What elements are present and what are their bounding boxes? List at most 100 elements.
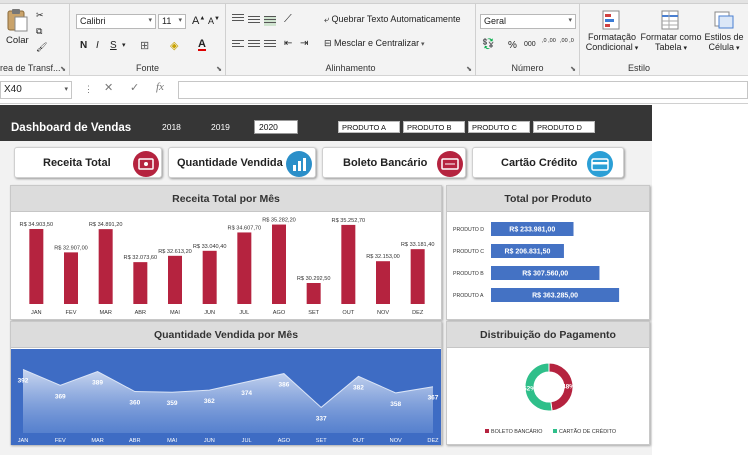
product-tick-label: PRODUTO A bbox=[453, 293, 484, 299]
font-size-value: 11 bbox=[162, 16, 172, 26]
pagamento-panel: Distribuição do Pagamento 48% 52% BOLETO B… bbox=[446, 321, 650, 445]
revenue-bar bbox=[306, 283, 321, 304]
product-filter-c[interactable]: PRODUTO C bbox=[468, 121, 530, 133]
product-filter-d[interactable]: PRODUTO D bbox=[533, 121, 595, 133]
cancel-icon[interactable]: ✕ bbox=[104, 81, 113, 99]
product-filter-a[interactable]: PRODUTO A bbox=[338, 121, 400, 133]
receita-panel: Receita Total por Mês R$ 34.903,50 JAN R$ … bbox=[10, 185, 442, 320]
number-group-label: Número bbox=[511, 63, 544, 73]
format-table-icon bbox=[661, 10, 679, 30]
fill-color-icon[interactable]: ◈ bbox=[170, 39, 178, 52]
alignment-launcher-icon[interactable]: ⬊ bbox=[466, 65, 472, 73]
align-left-icon[interactable] bbox=[232, 40, 244, 50]
styles-group-label: Estilo bbox=[627, 63, 650, 73]
conditional-format-label-2: Condicional bbox=[585, 42, 633, 52]
chevron-down-icon: ▾ bbox=[632, 45, 639, 52]
format-table-label-2: Tabela bbox=[655, 42, 682, 52]
shrink-font-button[interactable]: A▼ bbox=[208, 16, 220, 26]
chevron-down-icon: ▾ bbox=[148, 17, 152, 24]
wrap-text-label: Quebrar Texto Automaticamente bbox=[331, 14, 461, 24]
cell-styles-button[interactable]: Estilos de Célula ▾ bbox=[702, 10, 746, 54]
orientation-icon[interactable]: ⟋ bbox=[284, 13, 292, 26]
decrease-decimal-button[interactable]: ,00 ,0 bbox=[560, 38, 574, 44]
pagamento-panel-title: Distribuição do Pagamento bbox=[447, 322, 649, 348]
insert-function-button[interactable]: fx bbox=[156, 81, 164, 99]
enter-icon[interactable]: ✓ bbox=[130, 81, 139, 99]
month-tick-label: JAN bbox=[31, 310, 42, 316]
year-filter-2018[interactable]: 2018 bbox=[162, 122, 181, 132]
number-format-value: Geral bbox=[484, 16, 507, 26]
merge-center-button[interactable]: ⊟ Mesclar e Centralizar ▾ bbox=[324, 38, 425, 49]
font-size-combo[interactable]: 11 ▾ bbox=[158, 14, 186, 29]
month-tick-label: AGO bbox=[278, 438, 291, 444]
align-center-icon[interactable] bbox=[248, 40, 260, 50]
kpi-label: Boleto Bancário bbox=[343, 157, 428, 169]
format-painter-icon[interactable]: 🖌 bbox=[36, 42, 47, 53]
product-filter-b[interactable]: PRODUTO B bbox=[403, 121, 465, 133]
font-name-combo[interactable]: Calibri ▾ bbox=[76, 14, 156, 29]
receita-panel-title: Receita Total por Mês bbox=[11, 186, 441, 212]
revenue-bar bbox=[341, 224, 356, 304]
format-as-table-button[interactable]: Formatar como Tabela ▾ bbox=[640, 10, 702, 54]
align-middle-icon[interactable] bbox=[248, 16, 260, 26]
cut-icon[interactable]: ✂ bbox=[36, 10, 44, 21]
dashboard-header: Dashboard de Vendas 2018 2019 2020 PRODU… bbox=[0, 105, 652, 141]
month-tick-label: AGO bbox=[273, 310, 286, 316]
clipboard-launcher-icon[interactable]: ⬊ bbox=[60, 65, 66, 73]
font-group-label: Fonte bbox=[135, 63, 159, 73]
copy-icon[interactable]: ⧉ bbox=[36, 26, 42, 37]
increase-decimal-button[interactable]: ,0 ,00 bbox=[542, 38, 556, 44]
align-bottom-icon[interactable] bbox=[264, 16, 276, 26]
legend-swatch bbox=[485, 429, 489, 433]
month-tick-label: ABR bbox=[129, 438, 141, 444]
ribbon: Colar ✂ ⧉ 🖌 Área de Transf... ⬊ Calibri ▾… bbox=[0, 0, 748, 76]
formula-input[interactable] bbox=[178, 81, 748, 99]
month-tick-label: JUN bbox=[204, 310, 215, 316]
wrap-text-button[interactable]: ⤶ Quebrar Texto Automaticamente bbox=[324, 14, 460, 25]
thousands-button[interactable]: 000 bbox=[524, 41, 536, 48]
conditional-format-button[interactable]: Formatação Condicional ▾ bbox=[584, 10, 640, 54]
quantity-data-label: 362 bbox=[204, 398, 215, 405]
chevron-down-icon: ▾ bbox=[681, 45, 687, 52]
currency-icon[interactable]: 💱 bbox=[482, 39, 494, 50]
quantidade-panel-title: Quantidade Vendida por Mês bbox=[11, 322, 441, 348]
align-right-icon[interactable] bbox=[264, 40, 276, 50]
bold-button[interactable]: N bbox=[80, 40, 87, 51]
italic-button[interactable]: I bbox=[96, 40, 99, 51]
grow-font-button[interactable]: A▲ bbox=[192, 15, 205, 27]
paste-button[interactable]: Colar bbox=[6, 8, 32, 48]
underline-button[interactable]: S bbox=[110, 40, 117, 51]
font-launcher-icon[interactable]: ⬊ bbox=[216, 65, 222, 73]
kpi-label: Cartão Crédito bbox=[501, 157, 578, 169]
borders-icon[interactable]: ⊞ bbox=[140, 39, 149, 52]
decrease-indent-icon[interactable]: ⇤ bbox=[284, 38, 292, 49]
payment-data-label: 48% bbox=[562, 383, 575, 390]
month-tick-label: MAI bbox=[167, 438, 177, 444]
quantity-data-label: 389 bbox=[92, 380, 103, 387]
paste-icon bbox=[7, 9, 28, 32]
product-data-label: R$ 233.981,00 bbox=[509, 227, 555, 234]
month-tick-label: DEZ bbox=[427, 438, 439, 444]
year-filter-2020[interactable]: 2020 bbox=[254, 120, 298, 134]
percent-button[interactable]: % bbox=[508, 40, 517, 51]
month-tick-label: NOV bbox=[390, 438, 402, 444]
number-launcher-icon[interactable]: ⬊ bbox=[570, 65, 576, 73]
formula-bar: X40 ▾ ⋮ ✕ ✓ fx bbox=[0, 77, 748, 104]
increase-indent-icon[interactable]: ⇥ bbox=[300, 38, 308, 49]
chevron-down-icon[interactable]: ▾ bbox=[122, 41, 126, 49]
product-tick-label: PRODUTO D bbox=[453, 227, 484, 233]
revenue-data-label: R$ 32.613,20 bbox=[158, 249, 192, 255]
month-tick-label: ABR bbox=[135, 310, 147, 316]
alignment-group: ⟋ ⤶ Quebrar Texto Automaticamente ⇤ ⇥ ⊟ … bbox=[226, 4, 476, 76]
month-tick-label: DEZ bbox=[412, 310, 424, 316]
name-box[interactable]: X40 ▾ bbox=[0, 81, 72, 99]
month-tick-label: NOV bbox=[377, 310, 389, 316]
revenue-data-label: R$ 33.181,40 bbox=[401, 242, 435, 248]
font-color-icon[interactable]: A bbox=[198, 38, 206, 51]
kpi-quantidade-vendida: Quantidade Vendida bbox=[168, 147, 316, 178]
revenue-bar bbox=[237, 232, 252, 304]
number-format-combo[interactable]: Geral ▾ bbox=[480, 14, 576, 29]
revenue-bar bbox=[202, 250, 217, 304]
year-filter-2019[interactable]: 2019 bbox=[211, 122, 230, 132]
align-top-icon[interactable] bbox=[232, 14, 244, 24]
